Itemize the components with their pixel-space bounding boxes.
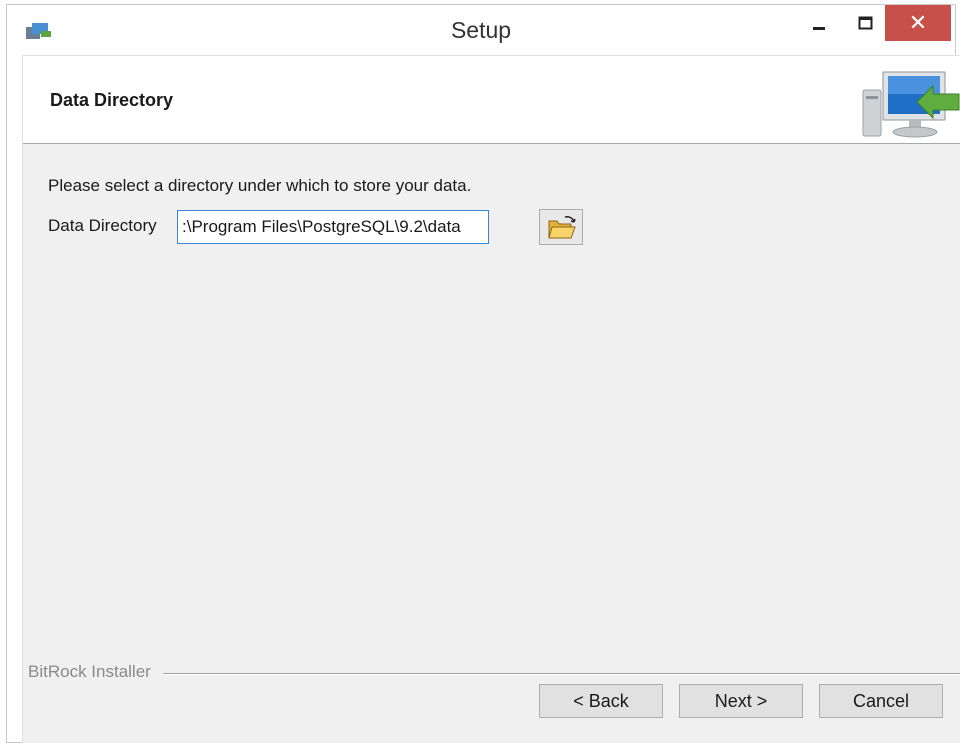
computer-install-icon xyxy=(862,71,960,138)
minimize-icon xyxy=(813,27,825,30)
setup-window: Setup ✕ Data Directory Please select a d… xyxy=(6,4,960,743)
installer-brand: BitRock Installer xyxy=(28,662,157,682)
back-button[interactable]: < Back xyxy=(539,684,663,718)
footer-divider xyxy=(163,673,960,675)
page-title: Data Directory xyxy=(50,90,174,110)
directory-prompt: Please select a directory under which to… xyxy=(48,176,472,195)
minimize-button[interactable] xyxy=(799,5,839,41)
wizard-content: Data Directory Please select a directory… xyxy=(22,55,960,743)
maximize-icon xyxy=(858,16,873,30)
close-icon: ✕ xyxy=(908,10,928,35)
maximize-button[interactable] xyxy=(845,5,885,41)
open-folder-icon xyxy=(548,216,576,239)
browse-folder-button[interactable] xyxy=(539,209,583,245)
data-directory-label: Data Directory xyxy=(48,216,157,235)
data-directory-input[interactable] xyxy=(177,210,489,244)
cancel-button[interactable]: Cancel xyxy=(819,684,943,718)
next-button[interactable]: Next > xyxy=(679,684,803,718)
wizard-header: Data Directory xyxy=(23,56,960,144)
close-button[interactable]: ✕ xyxy=(885,5,951,41)
title-bar[interactable]: Setup ✕ xyxy=(7,5,955,55)
